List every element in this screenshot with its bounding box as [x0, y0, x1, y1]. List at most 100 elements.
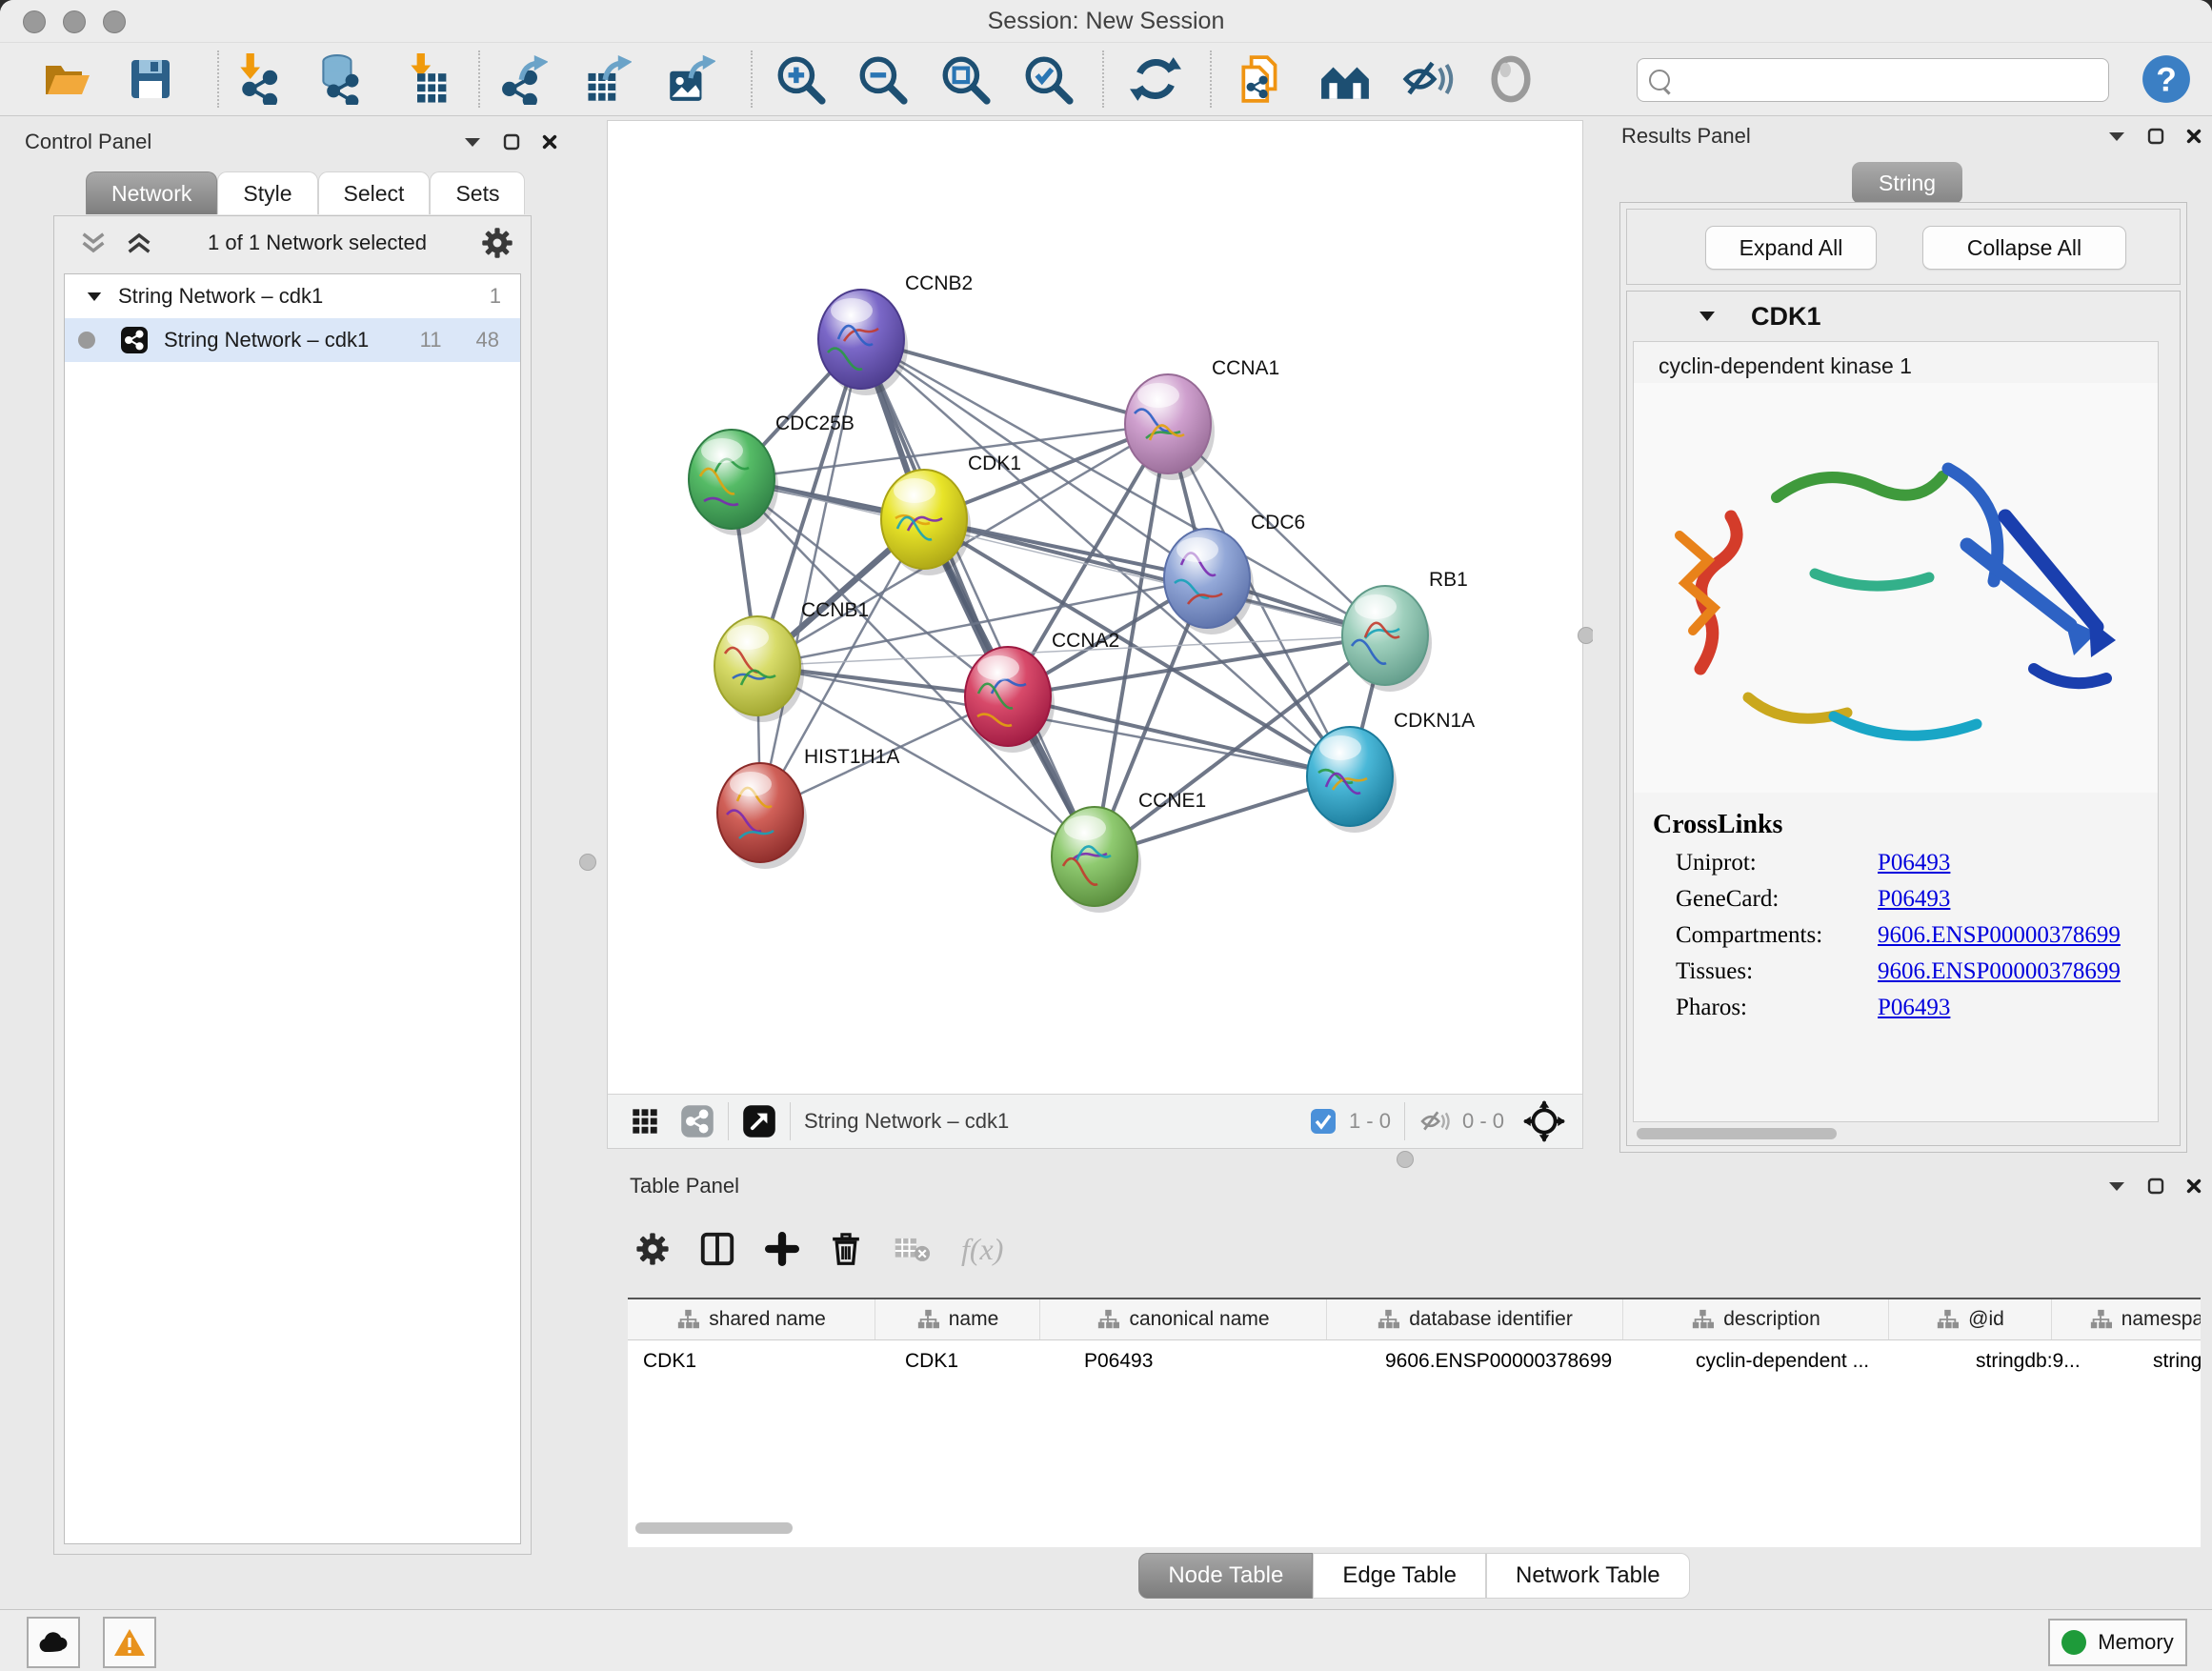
maximize-panel-icon[interactable] [503, 133, 520, 151]
entry-collapse-icon[interactable] [1698, 310, 1717, 323]
table-options-gear-icon[interactable] [635, 1232, 670, 1266]
results-panel-title: Results Panel [1621, 124, 1751, 149]
left-splitter-handle[interactable] [579, 854, 596, 871]
edge-CCNB2-CCNE1[interactable] [861, 339, 1095, 856]
table-hscrollbar-thumb[interactable] [635, 1522, 793, 1534]
column-header-description[interactable]: description [1623, 1299, 1889, 1339]
close-panel-icon[interactable] [541, 133, 558, 151]
column-header-shared-name[interactable]: shared name [628, 1299, 875, 1339]
open-in-browser-icon[interactable] [1318, 52, 1372, 106]
network-current-dot [78, 332, 95, 349]
node-label-CCNE1: CCNE1 [1138, 790, 1206, 812]
node-label-CDC6: CDC6 [1251, 512, 1305, 534]
hide-selected-icon[interactable] [1400, 52, 1454, 106]
selected-checkbox-icon[interactable] [1309, 1107, 1337, 1136]
expand-all-tree-icon[interactable] [125, 231, 153, 255]
crosslinks-title: CrossLinks [1653, 810, 2158, 840]
export-network-icon[interactable] [495, 52, 549, 106]
table-row[interactable]: CDK1CDK1P064939606.ENSP00000378699cyclin… [628, 1340, 2201, 1382]
column-header-@id[interactable]: @id [1889, 1299, 2052, 1339]
bottom-splitter-handle[interactable] [1397, 1151, 1414, 1168]
import-table-icon[interactable] [400, 52, 453, 106]
show-all-icon[interactable] [1484, 52, 1538, 106]
edge-CDK1-RB1[interactable] [924, 519, 1385, 635]
close-panel-icon[interactable] [2185, 1178, 2202, 1195]
birds-eye-icon[interactable] [1523, 1100, 1565, 1142]
column-header-canonical-name[interactable]: canonical name [1040, 1299, 1327, 1339]
warning-button[interactable] [103, 1617, 156, 1668]
network-options-gear-icon[interactable] [481, 227, 513, 259]
open-view-icon[interactable] [742, 1104, 776, 1138]
import-network-database-icon[interactable] [312, 52, 366, 106]
svg-text:?: ? [2156, 61, 2177, 98]
node-CDC25B[interactable]: CDC25B [689, 413, 855, 535]
zoom-fit-icon[interactable] [938, 52, 992, 106]
delete-table-icon-disabled [893, 1234, 931, 1264]
edge-CCNB2-HIST1H1A[interactable] [760, 339, 861, 813]
export-image-icon[interactable] [663, 52, 716, 106]
float-panel-icon[interactable] [2107, 130, 2126, 143]
node-CCNA1[interactable]: CCNA1 [1125, 357, 1279, 480]
control-panel: Control Panel NetworkStyleSelectSets 1 o… [11, 124, 564, 1568]
collection-expand-icon[interactable] [86, 291, 103, 303]
clone-network-icon[interactable] [1235, 52, 1288, 106]
float-panel-icon[interactable] [463, 135, 482, 149]
crosslink-link[interactable]: 9606.ENSP00000378699 [1878, 922, 2121, 949]
float-panel-icon[interactable] [2107, 1179, 2126, 1193]
open-session-icon[interactable] [40, 52, 93, 106]
collapse-all-button[interactable]: Collapse All [1922, 226, 2126, 270]
create-column-icon[interactable] [765, 1232, 799, 1266]
tab-select[interactable]: Select [318, 171, 431, 214]
export-table-icon[interactable] [579, 52, 633, 106]
import-network-icon[interactable] [231, 52, 285, 106]
cloud-button[interactable] [27, 1617, 80, 1668]
tab-network-table[interactable]: Network Table [1486, 1553, 1690, 1599]
crosslink-link[interactable]: 9606.ENSP00000378699 [1878, 958, 2121, 985]
node-CDK1[interactable]: CDK1 [881, 453, 1021, 575]
zoom-in-icon[interactable] [774, 52, 827, 106]
protein-structure-image [1634, 383, 2159, 793]
node-CCNB2[interactable]: CCNB2 [818, 272, 973, 395]
maximize-panel-icon[interactable] [2147, 1178, 2164, 1195]
column-header-name[interactable]: name [875, 1299, 1040, 1339]
tab-style[interactable]: Style [217, 171, 317, 214]
table-cell: cyclin-dependent ... [1680, 1340, 1961, 1382]
results-hscrollbar-thumb[interactable] [1637, 1128, 1837, 1139]
crosslink-link[interactable]: P06493 [1878, 886, 1950, 913]
search-input[interactable] [1678, 67, 2108, 93]
help-icon[interactable]: ? [2140, 52, 2193, 106]
network-collection-row[interactable]: String Network – cdk1 1 [65, 274, 520, 318]
tab-string[interactable]: String [1852, 162, 1962, 204]
column-header-database-identifier[interactable]: database identifier [1327, 1299, 1623, 1339]
zoom-selected-icon[interactable] [1021, 52, 1075, 106]
edge-CDC6-CCNB1[interactable] [757, 578, 1207, 666]
delete-column-icon[interactable] [830, 1232, 862, 1266]
tab-network[interactable]: Network [86, 171, 217, 214]
zoom-out-icon[interactable] [855, 52, 909, 106]
grid-view-icon[interactable] [631, 1107, 659, 1136]
node-CDKN1A[interactable]: CDKN1A [1307, 710, 1475, 833]
crosslink-link[interactable]: P06493 [1878, 850, 1950, 876]
crosslink-label: Tissues: [1676, 958, 1878, 985]
tab-sets[interactable]: Sets [430, 171, 525, 214]
network-badge-icon[interactable] [680, 1104, 714, 1138]
show-columns-icon[interactable] [700, 1232, 734, 1266]
close-panel-icon[interactable] [2185, 128, 2202, 145]
node-CCNE1[interactable]: CCNE1 [1052, 790, 1206, 913]
network-row[interactable]: String Network – cdk1 11 48 [65, 318, 520, 362]
expand-all-button[interactable]: Expand All [1705, 226, 1877, 270]
collapse-all-tree-icon[interactable] [79, 231, 108, 255]
memory-button[interactable]: Memory [2048, 1619, 2187, 1666]
node-CDC6[interactable]: CDC6 [1164, 512, 1305, 634]
crosslink-link[interactable]: P06493 [1878, 995, 1950, 1021]
save-session-icon[interactable] [124, 52, 177, 106]
node-RB1[interactable]: RB1 [1342, 569, 1468, 692]
column-header-namespace[interactable]: namespace [2052, 1299, 2201, 1339]
first-neighbors-icon[interactable] [1129, 52, 1182, 106]
network-canvas[interactable]: CCNB2CCNA1CDC25BCDK1CDC6RB1CCNB1CCNA2CDK… [608, 121, 1580, 1093]
tab-edge-table[interactable]: Edge Table [1313, 1553, 1486, 1599]
hidden-eye-icon[interactable] [1418, 1108, 1451, 1135]
maximize-panel-icon[interactable] [2147, 128, 2164, 145]
tab-node-table[interactable]: Node Table [1138, 1553, 1313, 1599]
node-HIST1H1A[interactable]: HIST1H1A [717, 746, 899, 869]
